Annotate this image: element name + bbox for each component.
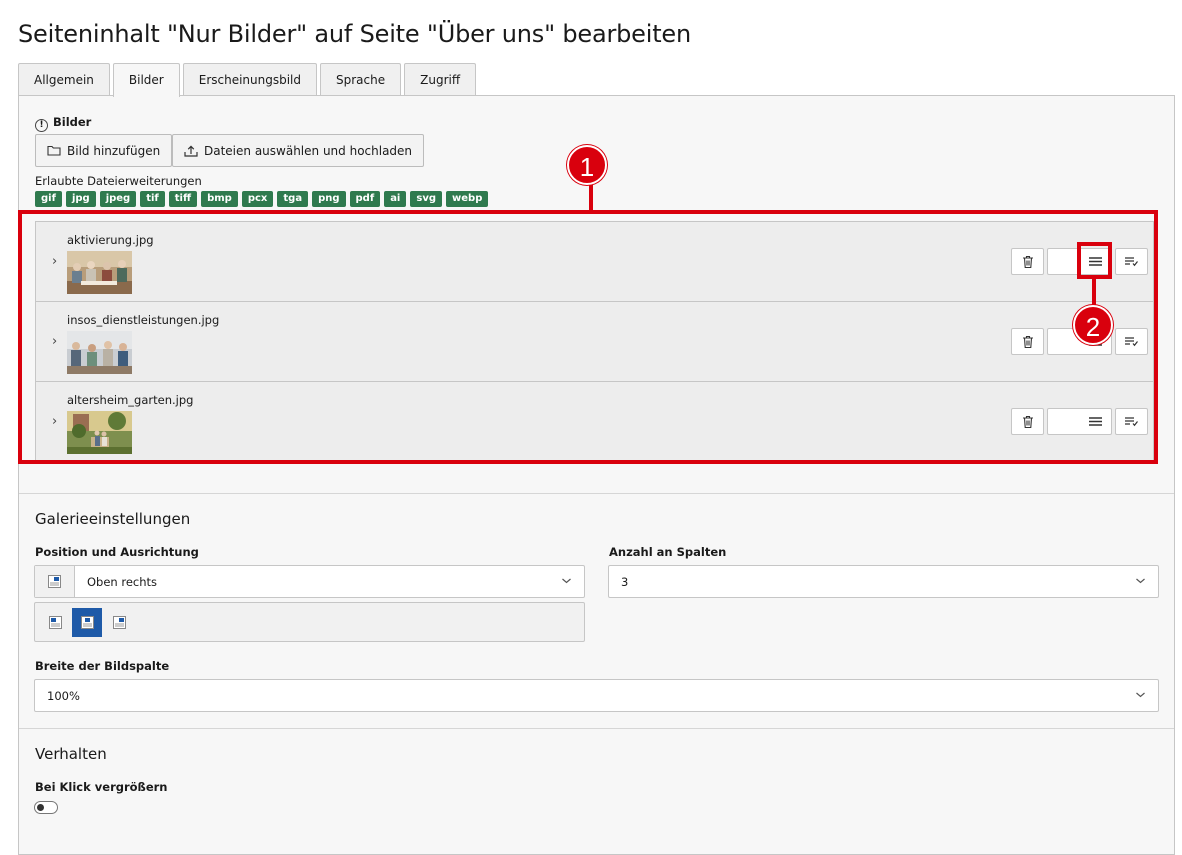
zoom-on-click-label: Bei Klick vergrößern xyxy=(35,780,168,794)
position-value: Oben rechts xyxy=(87,574,158,589)
file-thumbnail[interactable] xyxy=(67,331,132,374)
tab-bilder[interactable]: Bilder xyxy=(112,63,180,97)
images-label-text: Bilder xyxy=(53,115,92,129)
extension-badge: pdf xyxy=(349,191,381,207)
chevron-down-icon xyxy=(1136,578,1145,584)
edit-metadata-button[interactable] xyxy=(1115,248,1148,275)
annotation-badge-2: 2 xyxy=(1073,305,1113,345)
image-width-label: Breite der Bildspalte xyxy=(35,659,170,673)
drag-icon xyxy=(1088,417,1102,426)
behavior-heading: Verhalten xyxy=(35,745,107,763)
tab-zugriff[interactable]: Zugriff xyxy=(404,63,477,96)
position-label: Position und Ausrichtung xyxy=(35,545,199,559)
extension-badge: tga xyxy=(277,191,309,207)
upload-files-button[interactable]: Dateien auswählen und hochladen xyxy=(172,134,425,167)
images-field-label: ! Bilder xyxy=(35,115,91,132)
tab-bar: Allgemein Bilder Erscheinungsbild Sprach… xyxy=(18,63,479,97)
drag-icon xyxy=(1088,257,1102,266)
delete-button[interactable] xyxy=(1011,328,1044,355)
delete-button[interactable] xyxy=(1011,408,1044,435)
annotation-connector-1 xyxy=(589,183,593,211)
file-name: altersheim_garten.jpg xyxy=(67,393,194,407)
annotation-badge-1: 1 xyxy=(567,145,607,185)
position-picker xyxy=(34,602,585,642)
extension-badge: bmp xyxy=(201,191,238,207)
add-image-button[interactable]: Bild hinzufügen xyxy=(35,134,173,167)
file-thumbnail[interactable] xyxy=(67,251,132,294)
extension-badge: jpg xyxy=(65,191,96,207)
columns-select[interactable]: 3 xyxy=(608,565,1159,598)
tab-allgemein[interactable]: Allgemein xyxy=(18,63,110,96)
image-file-list: › aktivierung.jpg › insos_dienstleistung… xyxy=(35,221,1154,462)
trash-icon xyxy=(1022,415,1033,428)
upload-icon xyxy=(184,145,198,157)
annotation-connector-2 xyxy=(1092,278,1096,308)
tab-sprache[interactable]: Sprache xyxy=(320,63,402,96)
file-row[interactable]: › insos_dienstleistungen.jpg xyxy=(36,302,1153,382)
extension-badge: ai xyxy=(384,191,407,207)
hide-toggle-button[interactable] xyxy=(1047,408,1080,435)
position-preview-icon xyxy=(35,566,75,597)
upload-files-label: Dateien auswählen und hochladen xyxy=(204,143,413,158)
extension-badge: svg xyxy=(410,191,443,207)
allowed-extensions-label: Erlaubte Dateierweiterungen xyxy=(35,174,202,188)
trash-icon xyxy=(1022,335,1033,348)
edit-list-icon xyxy=(1125,416,1138,426)
page-title: Seiteninhalt "Nur Bilder" auf Seite "Übe… xyxy=(18,20,691,48)
drag-handle[interactable] xyxy=(1079,408,1112,435)
trash-icon xyxy=(1022,255,1033,268)
columns-value: 3 xyxy=(621,574,629,589)
chevron-right-icon[interactable]: › xyxy=(52,414,57,429)
tab-erscheinungsbild[interactable]: Erscheinungsbild xyxy=(182,63,318,96)
section-divider xyxy=(19,728,1174,729)
position-option-left[interactable] xyxy=(40,608,70,637)
extension-badge: tif xyxy=(140,191,165,207)
position-option-right[interactable] xyxy=(104,608,134,637)
extension-badge: pcx xyxy=(241,191,274,207)
add-image-label: Bild hinzufügen xyxy=(67,143,161,158)
edit-list-icon xyxy=(1125,336,1138,346)
folder-icon xyxy=(47,145,61,156)
edit-metadata-button[interactable] xyxy=(1115,408,1148,435)
edit-list-icon xyxy=(1125,256,1138,266)
extension-list: gif jpg jpeg tif tiff bmp pcx tga png pd… xyxy=(35,191,492,207)
image-width-value: 100% xyxy=(47,688,80,703)
hide-toggle-button[interactable] xyxy=(1047,248,1080,275)
chevron-right-icon[interactable]: › xyxy=(52,334,57,349)
columns-label: Anzahl an Spalten xyxy=(609,545,727,559)
info-icon: ! xyxy=(35,119,48,132)
toggle-knob xyxy=(37,804,44,811)
extension-badge: webp xyxy=(446,191,489,207)
section-divider xyxy=(19,493,1174,494)
extension-badge: png xyxy=(312,191,346,207)
image-width-select[interactable]: 100% xyxy=(34,679,1159,712)
file-row[interactable]: › altersheim_garten.jpg xyxy=(36,382,1153,462)
extension-badge: jpeg xyxy=(99,191,137,207)
delete-button[interactable] xyxy=(1011,248,1044,275)
file-name: aktivierung.jpg xyxy=(67,233,154,247)
chevron-down-icon xyxy=(1136,692,1145,698)
zoom-on-click-toggle[interactable] xyxy=(34,801,58,814)
chevron-down-icon xyxy=(562,578,571,584)
file-thumbnail[interactable] xyxy=(67,411,132,454)
drag-handle[interactable] xyxy=(1079,248,1112,275)
position-option-center[interactable] xyxy=(72,608,102,637)
extension-badge: gif xyxy=(35,191,62,207)
gallery-settings-heading: Galerieeinstellungen xyxy=(35,510,191,528)
file-name: insos_dienstleistungen.jpg xyxy=(67,313,220,327)
tab-panel: ! Bilder Bild hinzufügen Dateien auswähle… xyxy=(18,95,1175,855)
chevron-right-icon[interactable]: › xyxy=(52,254,57,269)
extension-badge: tiff xyxy=(168,191,198,207)
file-row[interactable]: › aktivierung.jpg xyxy=(36,222,1153,302)
position-select[interactable]: Oben rechts xyxy=(34,565,585,598)
edit-metadata-button[interactable] xyxy=(1115,328,1148,355)
